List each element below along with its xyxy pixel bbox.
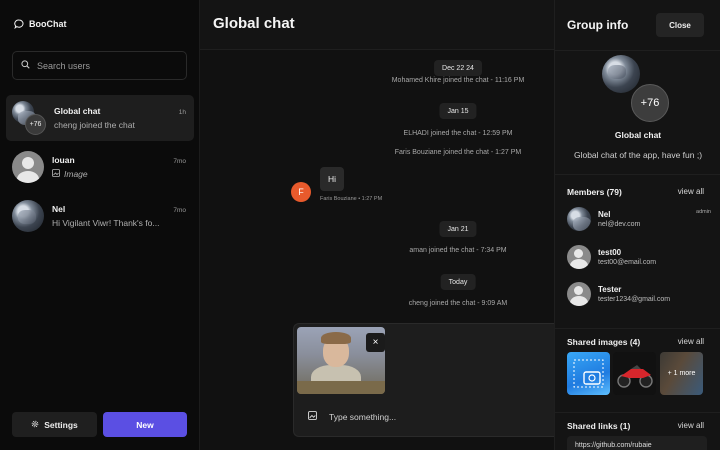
chat-last-message: cheng joined the chat [54, 120, 135, 130]
chat-title: Global chat [213, 15, 295, 32]
member-name: test00 [598, 248, 622, 257]
shared-link[interactable]: https://github.com/rubaie [567, 436, 707, 450]
date-separator: Jan 21 [439, 221, 477, 237]
member-email: nel@dev.com [598, 221, 641, 228]
member-email: test00@email.com [598, 259, 657, 266]
member-count-badge: +76 [25, 114, 46, 135]
message-bubble[interactable]: Hi [320, 167, 345, 191]
search-box[interactable] [12, 51, 187, 80]
new-chat-button[interactable]: New [103, 412, 187, 437]
date-separator: Dec 22 24 [434, 60, 482, 76]
chat-main: Global chat Dec 22 24 Mohamed Khire join… [200, 0, 554, 450]
member-email: tester1234@gmail.com [598, 296, 671, 303]
message-composer: × [293, 323, 554, 437]
attachment-preview[interactable]: × [297, 327, 385, 394]
system-message: ELHADI joined the chat - 12:59 PM [403, 130, 513, 137]
chat-item-global-chat[interactable]: +76 Global chat cheng joined the chat 1h [6, 95, 194, 141]
remove-attachment-button[interactable]: × [366, 333, 385, 352]
gear-icon [31, 420, 39, 430]
message-avatar[interactable]: F [291, 182, 311, 202]
system-message: aman joined the chat - 7:34 PM [409, 247, 507, 254]
panel-title: Group info [567, 18, 629, 32]
member-row[interactable]: Tester tester1234@gmail.com [567, 281, 707, 307]
shared-image[interactable] [567, 352, 610, 395]
image-icon [52, 169, 60, 179]
close-button[interactable]: Close [656, 13, 704, 37]
group-avatar [602, 55, 640, 93]
system-message: cheng joined the chat - 9:09 AM [408, 300, 508, 307]
brand[interactable]: BooChat [14, 19, 67, 29]
chat-item-nel[interactable]: Nel Hi Vigilant Viwr! Thank's fo... 7mo [6, 193, 194, 239]
member-name: Nel [598, 210, 611, 219]
avatar [12, 200, 44, 232]
avatar [567, 282, 591, 306]
shared-images-title: Shared images (4) [567, 337, 641, 347]
app-name: BooChat [29, 19, 67, 29]
more-images-label: + 1 more [667, 370, 696, 377]
members-view-all-link[interactable]: view all [678, 187, 704, 196]
chat-last-message: Hi Vigilant Viwr! Thank's fo... [52, 218, 160, 228]
message-input[interactable] [329, 411, 529, 422]
member-role: admin [696, 209, 711, 215]
chat-last-message-text: Image [64, 169, 88, 179]
chat-header: Global chat [200, 0, 554, 50]
chat-time: 7mo [173, 207, 186, 214]
members-title: Members (79) [567, 187, 622, 197]
member-row[interactable]: Nel nel@dev.com admin [567, 206, 711, 232]
group-avatar: +76 [12, 101, 46, 135]
chat-item-louan[interactable]: louan Image 7mo [6, 144, 194, 190]
message-meta: Faris Bouziane • 1:27 PM [320, 196, 383, 202]
system-message: Faris Bouziane joined the chat - 1:27 PM [394, 149, 522, 156]
group-info-panel: Group info Close +76 Global chat Global … [554, 0, 720, 450]
date-separator: Jan 15 [439, 103, 477, 119]
group-description: Global chat of the app, have fun ;) [573, 150, 703, 160]
search-input[interactable] [37, 60, 177, 71]
date-separator: Today [440, 274, 476, 290]
member-row[interactable]: test00 test00@email.com [567, 244, 707, 270]
image-icon[interactable] [308, 411, 317, 422]
settings-button[interactable]: Settings [12, 412, 97, 437]
chat-bubble-icon [14, 19, 24, 29]
links-view-all-link[interactable]: view all [678, 421, 704, 430]
system-message: Mohamed Khire joined the chat - 11:16 PM [391, 77, 525, 84]
avatar [12, 151, 44, 183]
group-name: Global chat [614, 130, 662, 140]
settings-label: Settings [44, 419, 78, 430]
chat-last-message: Image [52, 169, 170, 179]
avatar [567, 207, 591, 231]
search-icon [21, 60, 30, 71]
shared-links-title: Shared links (1) [567, 421, 631, 431]
member-count-badge: +76 [631, 84, 669, 122]
chat-time: 1h [178, 109, 186, 116]
images-view-all-link[interactable]: view all [678, 337, 704, 346]
shared-image[interactable] [613, 352, 656, 395]
member-name: Tester [598, 285, 622, 294]
avatar [567, 245, 591, 269]
sidebar: BooChat +76 Global chat cheng joined the… [0, 0, 200, 450]
shared-image-more[interactable]: + 1 more [660, 352, 703, 395]
chat-name: Global chat [54, 106, 101, 116]
chat-time: 7mo [173, 158, 186, 165]
